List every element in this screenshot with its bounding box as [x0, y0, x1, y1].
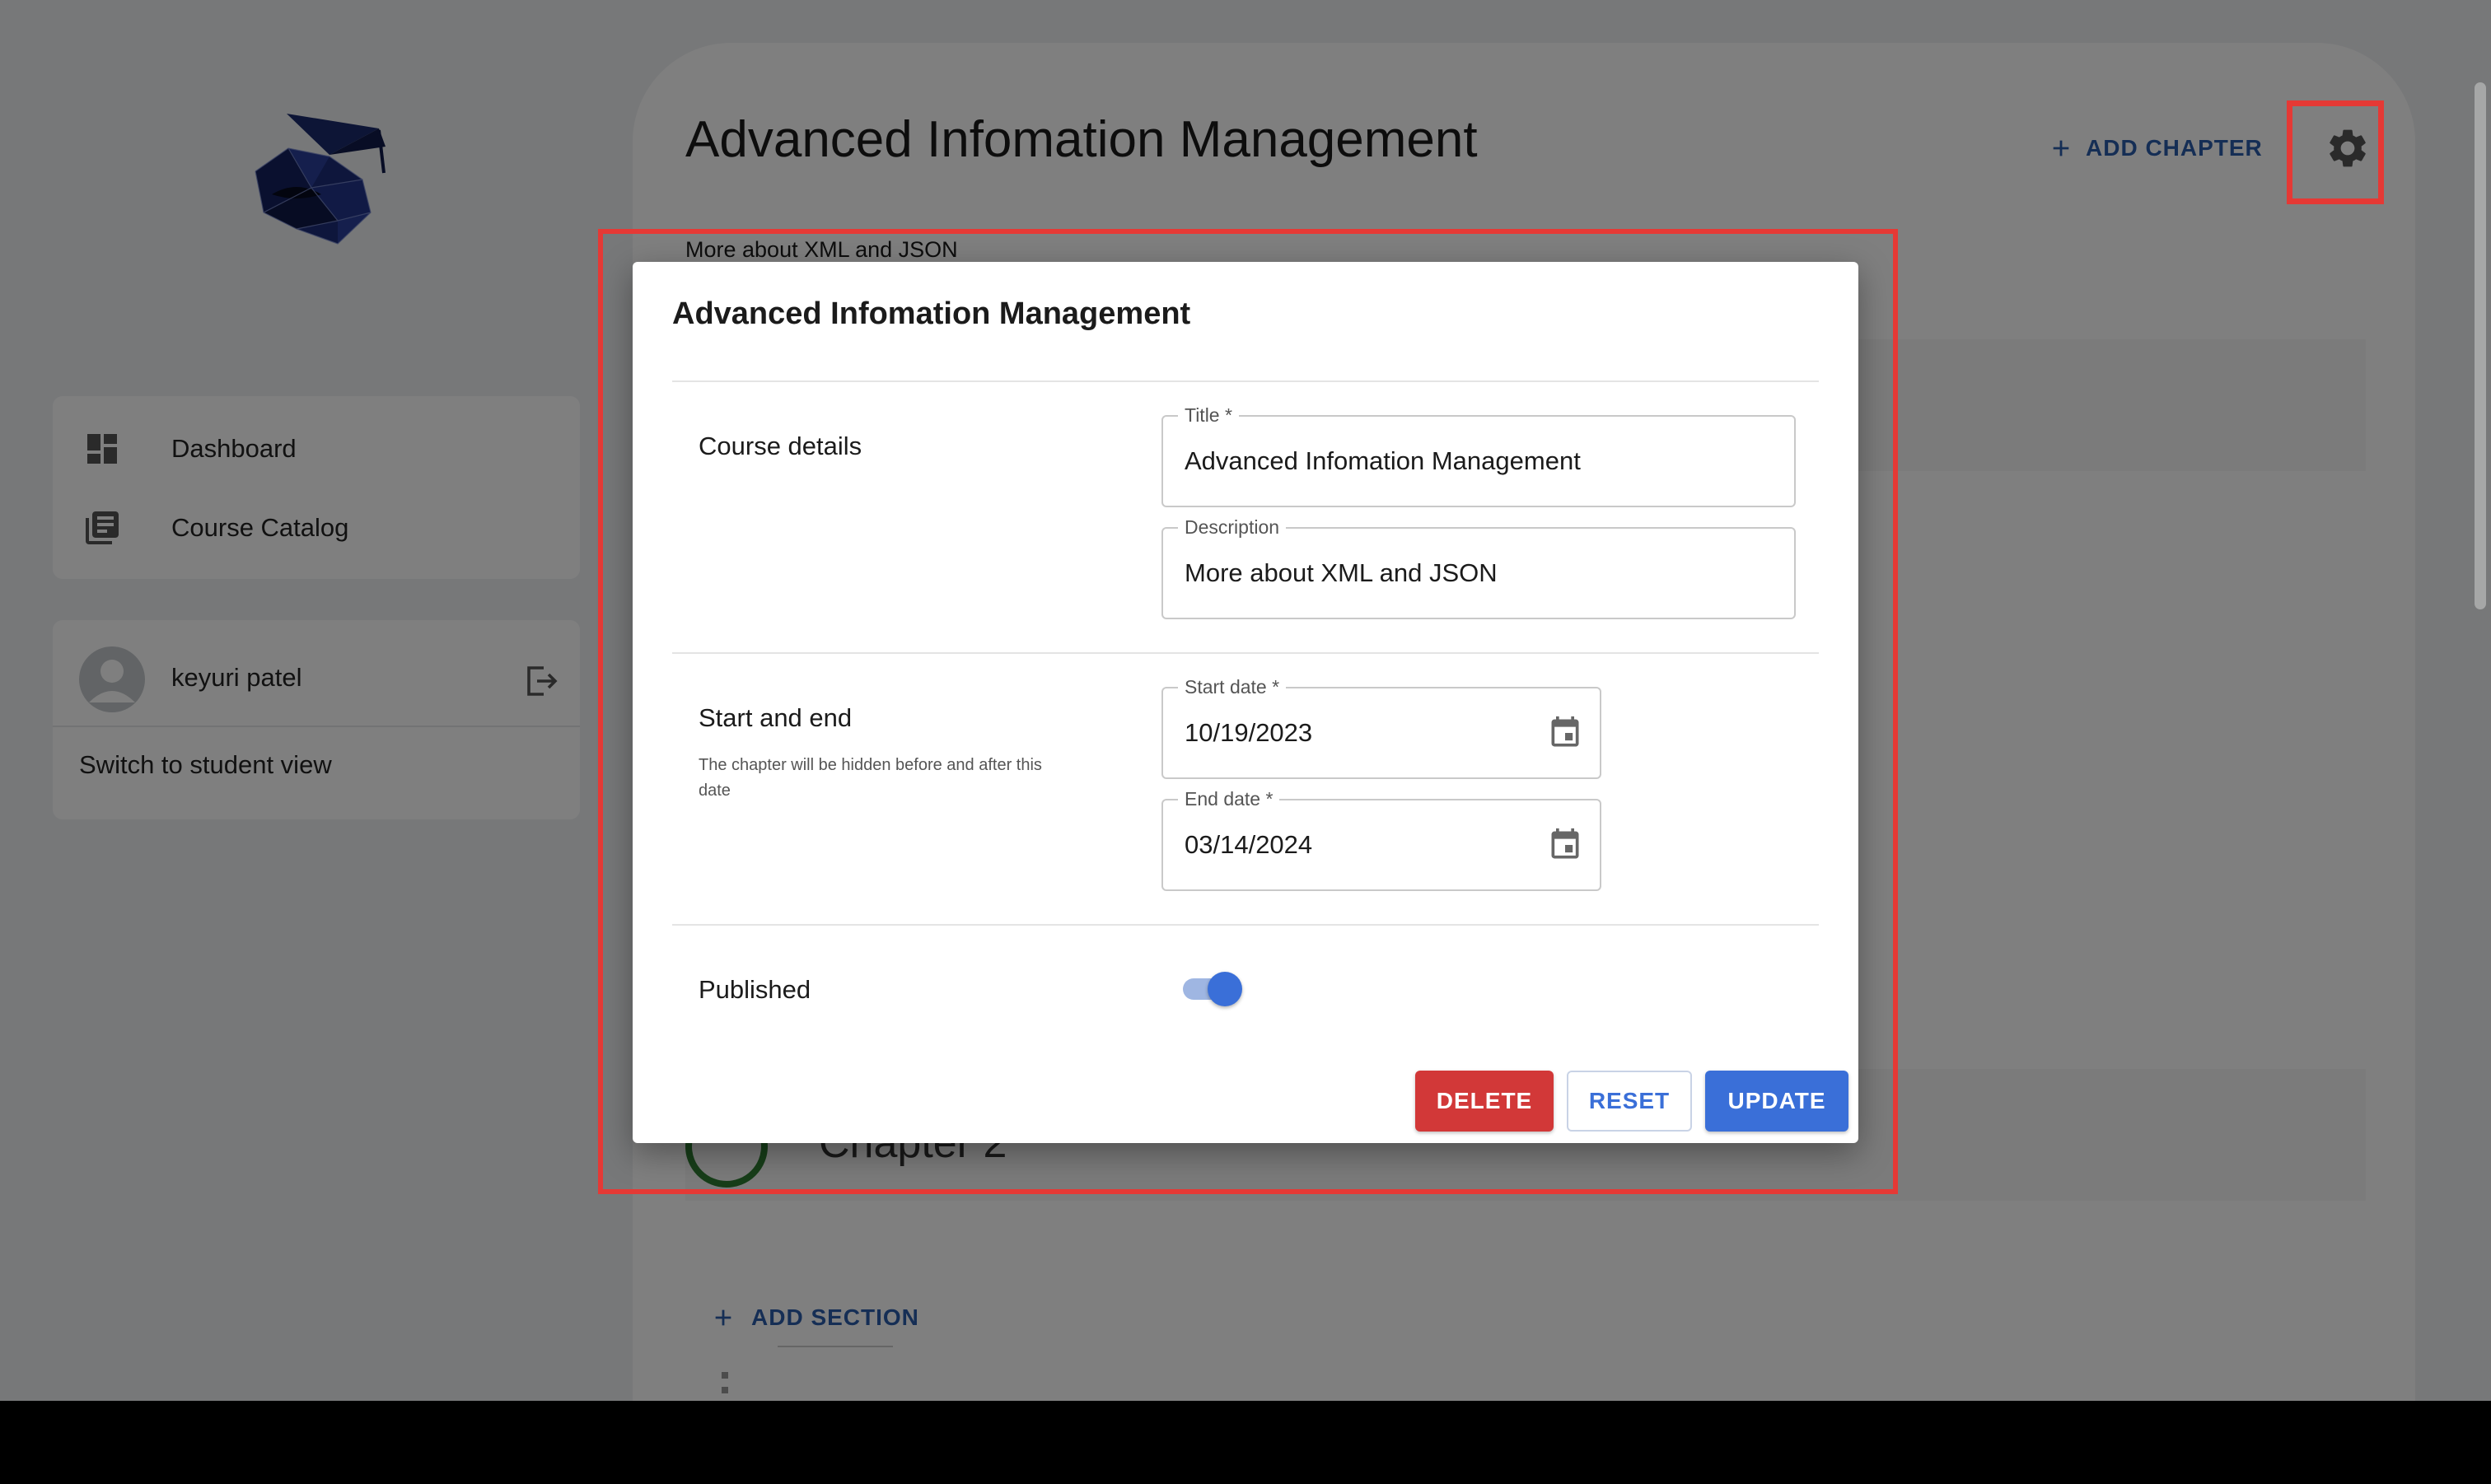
highlight-box-dialog	[598, 229, 1898, 1194]
bottom-bar	[0, 1401, 2491, 1484]
scrollbar[interactable]	[2475, 82, 2486, 609]
highlight-box-settings	[2287, 100, 2384, 204]
